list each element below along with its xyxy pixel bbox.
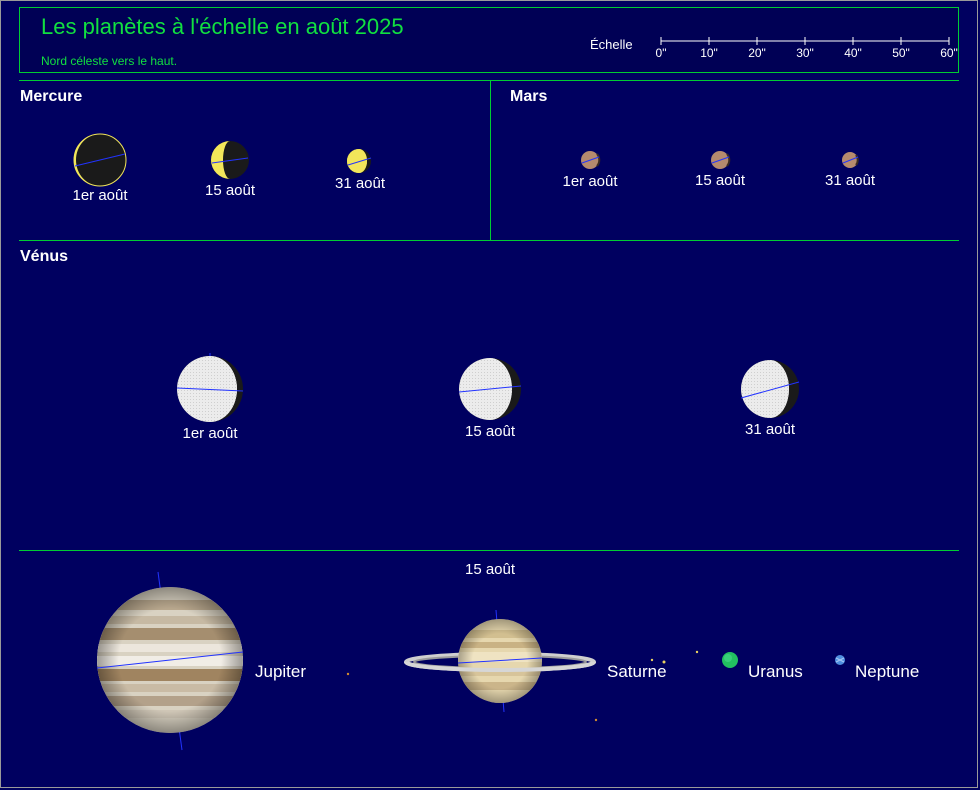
venus-disc-2 [458,358,522,420]
venus-disc-3 [740,360,800,418]
page-title: Les planètes à l'échelle en août 2025 [41,14,404,39]
page-subtitle: Nord céleste vers le haut. [41,54,178,68]
divider-bottom [19,550,959,551]
mercury-date-1: 1er août [72,187,128,204]
mars-discs [581,151,859,169]
saturn-rings-icon [404,609,596,713]
scale-label: Échelle [590,37,633,52]
saturn-label: Saturne [607,662,667,681]
scale-tick-label: 50" [892,46,910,60]
venus-disc-1 [176,353,244,422]
mars-date-3: 31 août [824,172,876,189]
scale-tick-label: 10" [700,46,718,60]
mercury-date-3: 31 août [334,175,386,192]
mercury-section-title: Mercure [20,88,83,105]
mars-disc-2 [711,151,731,169]
header-panel: Les planètes à l'échelle en août 2025 No… [19,7,959,73]
uranus-disc-icon [722,652,738,668]
mercury-disc-1 [73,133,127,187]
mercury-disc-2 [211,141,249,179]
scale-tick-label: 40" [844,46,862,60]
mars-date-1: 1er août [562,173,618,190]
mars-section-title: Mars [510,88,548,105]
uranus-label: Uranus [748,662,803,681]
venus-date-3: 31 août [744,421,796,438]
divider-top [19,80,959,81]
venus-phases [176,353,800,422]
jupiter-label: Jupiter [255,662,307,681]
neptune-disc-icon [835,655,845,665]
outer-planets [96,571,845,751]
mercury-date-2: 15 août [204,182,256,199]
venus-section-title: Vénus [20,248,69,265]
mercury-disc-3 [347,149,372,173]
neptune-label: Neptune [855,662,920,681]
saturn-moon-dot-4 [594,718,598,722]
scale-tick-label: 30" [796,46,814,60]
mars-disc-3 [842,152,859,168]
jupiter-disc-icon [96,571,244,751]
divider-middle [19,240,959,241]
mars-disc-1 [581,151,601,169]
scale-tick-label: 0" [656,46,667,60]
scale-bar: 0" 10" 20" 30" 40" 50" 60" [656,37,958,60]
saturn-moon-dot-3 [695,650,699,654]
venus-date-1: 1er août [182,425,238,442]
jupiter-moon-dot [346,672,350,676]
saturn-moon-dot-1 [650,658,654,662]
scale-tick-label: 60" [940,46,958,60]
mars-date-2: 15 août [694,172,746,189]
scale-tick-label: 20" [748,46,766,60]
venus-date-2: 15 août [464,423,516,440]
divider-vertical [490,80,491,240]
